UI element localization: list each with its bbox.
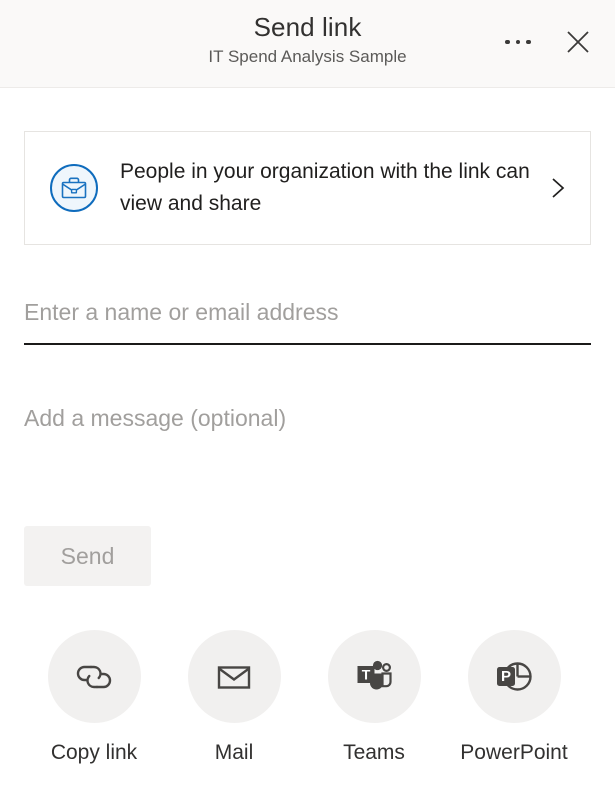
close-button[interactable]: [558, 22, 598, 62]
permission-description: People in your organization with the lin…: [120, 156, 538, 220]
teams-action[interactable]: T Teams: [304, 630, 444, 766]
powerpoint-action[interactable]: P PowerPoint: [444, 630, 584, 766]
svg-text:T: T: [362, 666, 371, 682]
link-permission-selector[interactable]: People in your organization with the lin…: [24, 131, 591, 245]
message-field: [24, 401, 591, 442]
powerpoint-icon: P: [467, 630, 561, 723]
mail-action[interactable]: Mail: [164, 630, 304, 766]
action-label: Copy link: [50, 741, 138, 764]
dialog-header: Send link IT Spend Analysis Sample: [0, 0, 615, 88]
message-input[interactable]: [24, 401, 591, 437]
mail-icon: [187, 630, 281, 723]
briefcase-icon: [48, 162, 100, 214]
svg-text:P: P: [501, 668, 511, 685]
send-button[interactable]: Send: [24, 526, 151, 586]
copy-link-action[interactable]: Copy link: [24, 630, 164, 766]
recipient-input[interactable]: [24, 296, 591, 345]
permission-line-1: People in your organization with the lin…: [120, 160, 491, 183]
close-icon: [567, 31, 589, 53]
recipient-field: [24, 296, 591, 345]
teams-icon: T: [327, 630, 421, 723]
action-label: PowerPoint: [460, 741, 568, 764]
ellipsis-icon: [505, 39, 531, 45]
chevron-right-icon: [538, 173, 578, 203]
action-label: Mail: [214, 741, 254, 764]
quick-actions-row: Copy link Mail T Teams P PowerPoint: [24, 630, 591, 766]
action-label: Teams: [343, 741, 405, 764]
link-icon: [47, 630, 141, 723]
more-options-button[interactable]: [498, 22, 538, 62]
